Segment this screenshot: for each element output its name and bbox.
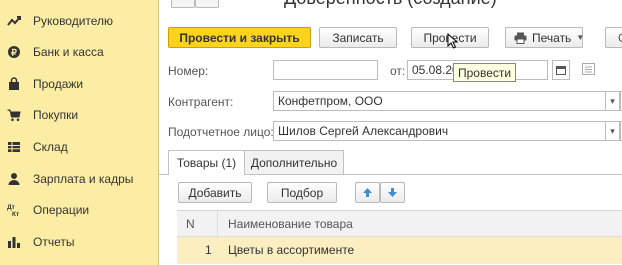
column-header-n[interactable]: N — [186, 217, 195, 231]
sidebar-item-label: Отчеты — [33, 235, 75, 249]
sidebar-item-label: Банк и касса — [33, 45, 104, 59]
sidebar-item-label: Склад — [33, 140, 68, 154]
printer-icon — [514, 32, 527, 44]
counterparty-label: Контрагент: — [168, 95, 234, 109]
column-divider — [217, 211, 218, 236]
move-up-button[interactable] — [355, 182, 380, 203]
chevron-down-icon: ▾ — [610, 95, 615, 106]
warehouse-grid-icon — [7, 140, 21, 154]
number-field[interactable] — [273, 60, 378, 80]
sidebar-item-warehouse[interactable]: Склад — [0, 132, 158, 162]
person-icon — [7, 172, 21, 186]
counterparty-dropdown-button[interactable]: ▾ — [605, 91, 620, 111]
trend-chart-icon — [7, 14, 21, 28]
counterparty-field[interactable]: Конфетпром, ООО — [273, 91, 606, 111]
back-button[interactable] — [171, 0, 195, 8]
accountable-person-label: Подотчетное лицо: — [168, 125, 274, 139]
sections-sidebar: Руководителю ₽ Банк и касса Продажи Поку… — [0, 0, 159, 265]
move-down-button[interactable] — [380, 182, 405, 203]
shopping-cart-icon — [7, 108, 21, 122]
print-button[interactable]: Печать ▼ — [505, 27, 585, 48]
arrow-up-icon — [363, 188, 372, 197]
table-row[interactable]: 1 Цветы в ассортименте — [177, 237, 622, 264]
date-value: 05.08.20 — [412, 63, 459, 77]
post-and-close-button[interactable]: Провести и закрыть — [168, 27, 311, 48]
forward-button[interactable] — [195, 0, 219, 8]
svg-text:₽: ₽ — [11, 48, 17, 58]
sidebar-item-salary-hr[interactable]: Зарплата и кадры — [0, 164, 158, 194]
svg-text:Дт: Дт — [7, 204, 15, 211]
coin-icon: ₽ — [7, 45, 21, 59]
table-header: N Наименование товара — [177, 211, 622, 237]
calendar-icon — [556, 66, 566, 75]
sidebar-item-management[interactable]: Руководителю — [0, 6, 158, 36]
sidebar-item-label: Продажи — [33, 77, 84, 91]
goods-table: N Наименование товара 1 Цветы в ассортим… — [177, 210, 622, 265]
sidebar-item-purchases[interactable]: Покупки — [0, 100, 158, 130]
sidebar-item-sales[interactable]: Продажи — [0, 69, 158, 99]
sidebar-item-operations[interactable]: Дт Кт Операции — [0, 195, 158, 225]
sidebar-item-label: Покупки — [33, 108, 79, 122]
window-title: Доверенность (создание) — [284, 0, 497, 9]
selection-button[interactable]: Подбор — [267, 182, 337, 203]
svg-text:Кт: Кт — [12, 211, 19, 217]
tab-additional[interactable]: Дополнительно — [244, 150, 344, 174]
accountable-person-dropdown-button[interactable]: ▾ — [605, 121, 620, 141]
list-lines-icon[interactable] — [582, 63, 595, 75]
arrow-down-icon — [388, 188, 397, 197]
dt-kt-icon: Дт Кт — [7, 203, 21, 217]
save-button[interactable]: Записать — [319, 27, 397, 48]
mouse-cursor-icon — [447, 32, 459, 49]
sidebar-item-bank-cash[interactable]: ₽ Банк и касса — [0, 37, 158, 67]
number-label: Номер: — [168, 64, 209, 78]
tab-goods[interactable]: Товары (1) — [168, 150, 245, 175]
chevron-down-icon: ▾ — [610, 125, 615, 136]
row-goods-name: Цветы в ассортименте — [228, 243, 355, 257]
accountable-person-field[interactable]: Шилов Сергей Александрович — [273, 121, 606, 141]
sidebar-item-label: Операции — [33, 203, 90, 217]
print-label: Печать — [532, 30, 572, 45]
bar-chart-icon — [7, 235, 21, 249]
sidebar-item-reports[interactable]: Отчеты — [0, 227, 158, 257]
post-button-tooltip: Провести — [453, 63, 517, 82]
chevron-down-icon: ▼ — [576, 33, 585, 42]
date-label: от: — [390, 64, 406, 78]
add-row-button[interactable]: Добавить — [178, 182, 252, 203]
shopping-bag-icon — [7, 77, 21, 91]
sidebar-item-label: Зарплата и кадры — [33, 172, 134, 186]
document-form: Доверенность (создание) Провести и закры… — [159, 0, 622, 265]
more-button-glyph: С — [618, 31, 622, 45]
column-header-name[interactable]: Наименование товара — [228, 217, 353, 231]
sidebar-item-label: Руководителю — [33, 14, 114, 28]
calendar-button[interactable] — [552, 60, 570, 80]
row-number: 1 — [205, 243, 212, 257]
